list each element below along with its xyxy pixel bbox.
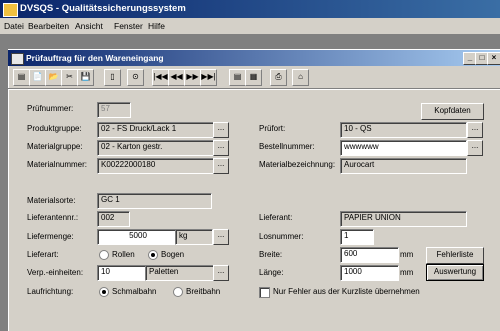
laenge-unit: mm bbox=[400, 268, 414, 277]
window-title: Prüfauftrag für den Wareneingang bbox=[26, 53, 164, 63]
print-preview-icon[interactable]: ⊙ bbox=[127, 69, 144, 86]
lieferart-label: Lieferart: bbox=[27, 250, 59, 259]
verpackungseinheiten-label: Verp.-einheiten: bbox=[27, 268, 84, 277]
delete-icon[interactable]: ▯ bbox=[104, 69, 121, 86]
menu-fenster[interactable]: Fenster bbox=[114, 21, 143, 31]
open-icon[interactable]: 📄 bbox=[29, 69, 46, 86]
lieferantennr-label: Lieferantennr.: bbox=[27, 213, 79, 222]
app-title: DVSQS - Qualitätssicherungssystem bbox=[20, 3, 186, 14]
breite-label: Breite: bbox=[259, 250, 283, 259]
produktgruppe-field[interactable]: 02 - FS Druck/Lack 1 bbox=[97, 122, 214, 138]
produktgruppe-lookup-button[interactable]: ... bbox=[213, 122, 229, 138]
materialnummer-label: Materialnummer: bbox=[27, 160, 88, 169]
toolbar-separator bbox=[8, 88, 500, 90]
app-title-bar: DVSQS - Qualitätssicherungssystem bbox=[0, 0, 500, 18]
losnummer-label: Losnummer: bbox=[259, 232, 304, 241]
folder-icon[interactable]: 📂 bbox=[45, 69, 62, 86]
produktgruppe-label: Produktgruppe: bbox=[27, 124, 82, 133]
lieferart-rollen-label[interactable]: Rollen bbox=[112, 250, 135, 259]
kurzliste-checkbox[interactable] bbox=[259, 287, 270, 298]
materialnummer-field[interactable]: K00222000180 bbox=[97, 158, 214, 174]
lieferart-bogen-radio[interactable] bbox=[148, 250, 158, 260]
menu-ansicht[interactable]: Ansicht bbox=[75, 21, 103, 31]
tools-icon[interactable]: ✂ bbox=[61, 69, 78, 86]
exit-icon[interactable]: ⌂ bbox=[292, 69, 309, 86]
verpackungseinheiten-input[interactable]: 10 bbox=[97, 265, 146, 281]
print-icon[interactable]: ⎙ bbox=[270, 69, 287, 86]
materialgruppe-lookup-button[interactable]: ... bbox=[213, 140, 229, 156]
breite-unit: mm bbox=[400, 250, 414, 259]
laenge-label: Länge: bbox=[259, 268, 284, 277]
close-button[interactable]: × bbox=[487, 52, 500, 65]
materialbezeichnung-field: Aurocart bbox=[340, 158, 467, 174]
menu-datei[interactable]: Datei bbox=[4, 21, 24, 31]
lieferantennr-field: 002 bbox=[97, 211, 130, 227]
new-doc-icon[interactable]: ▤ bbox=[13, 69, 30, 86]
kopfdaten-button[interactable]: Kopfdaten bbox=[421, 103, 484, 120]
menu-bar: Datei Bearbeiten Ansicht Fenster Hilfe bbox=[0, 18, 500, 35]
materialnummer-lookup-button[interactable]: ... bbox=[213, 158, 229, 174]
materialsorte-field: GC 1 bbox=[97, 193, 212, 209]
bestellnummer-label: Bestellnummer: bbox=[259, 142, 315, 151]
losnummer-input[interactable]: 1 bbox=[340, 229, 374, 245]
grid-view-icon[interactable]: ▦ bbox=[245, 69, 262, 86]
laenge-input[interactable]: 1000 bbox=[340, 265, 399, 281]
pruefort-field[interactable]: 10 - QS bbox=[340, 122, 467, 138]
laufrichtung-breitbahn-label[interactable]: Breitbahn bbox=[186, 287, 220, 296]
pruefort-label: Prüfort: bbox=[259, 124, 286, 133]
liefermenge-unit-button[interactable]: ... bbox=[213, 229, 229, 245]
verpackungseinheiten-unit-button[interactable]: ... bbox=[213, 265, 229, 281]
laufrichtung-label: Laufrichtung: bbox=[27, 287, 74, 296]
laufrichtung-schmalbahn-label[interactable]: Schmalbahn bbox=[112, 287, 156, 296]
fehlerliste-button[interactable]: Fehlerliste bbox=[426, 247, 484, 264]
last-record-icon[interactable]: ▶▶| bbox=[200, 69, 217, 86]
window-icon bbox=[11, 53, 24, 65]
next-record-icon[interactable]: ▶▶ bbox=[184, 69, 201, 86]
menu-hilfe[interactable]: Hilfe bbox=[148, 21, 165, 31]
auswertung-button[interactable]: Auswertung bbox=[426, 264, 484, 281]
breite-input[interactable]: 600 bbox=[340, 247, 399, 263]
liefermenge-label: Liefermenge: bbox=[27, 232, 74, 241]
liefermenge-unit: kg bbox=[175, 229, 213, 245]
laufrichtung-schmalbahn-radio[interactable] bbox=[99, 287, 109, 297]
pruefort-lookup-button[interactable]: ... bbox=[467, 122, 483, 138]
prev-record-icon[interactable]: ◀◀ bbox=[168, 69, 185, 86]
save-icon[interactable]: 💾 bbox=[77, 69, 94, 86]
bestellnummer-input[interactable]: wwwwww bbox=[340, 140, 467, 156]
liefermenge-input[interactable]: 5000 bbox=[97, 229, 176, 245]
materialsorte-label: Materialsorte: bbox=[27, 196, 76, 205]
first-record-icon[interactable]: |◀◀ bbox=[152, 69, 169, 86]
lieferant-field: PAPIER UNION bbox=[340, 211, 467, 227]
lieferart-rollen-radio[interactable] bbox=[99, 250, 109, 260]
bestellnummer-lookup-button[interactable]: ... bbox=[467, 140, 483, 156]
menu-bearbeiten[interactable]: Bearbeiten bbox=[28, 21, 69, 31]
kurzliste-checkbox-label[interactable]: Nur Fehler aus der Kurzliste übernehmen bbox=[273, 287, 420, 296]
window-title-bar: Prüfauftrag für den Wareneingang _ □ × bbox=[8, 50, 500, 66]
pruefnummer-label: Prüfnummer: bbox=[27, 104, 74, 113]
materialbezeichnung-label: Materialbezeichnung: bbox=[259, 160, 336, 169]
lieferart-bogen-label[interactable]: Bogen bbox=[161, 250, 184, 259]
pruefnummer-field: 57 bbox=[97, 102, 131, 118]
materialgruppe-field[interactable]: 02 - Karton gestr. bbox=[97, 140, 214, 156]
app-icon bbox=[3, 3, 18, 17]
inspection-window bbox=[8, 49, 500, 331]
lieferant-label: Lieferant: bbox=[259, 213, 293, 222]
materialgruppe-label: Materialgruppe: bbox=[27, 142, 83, 151]
list-view-icon[interactable]: ▤ bbox=[229, 69, 246, 86]
laufrichtung-breitbahn-radio[interactable] bbox=[173, 287, 183, 297]
verpackungseinheiten-unit: Paletten bbox=[145, 265, 214, 281]
